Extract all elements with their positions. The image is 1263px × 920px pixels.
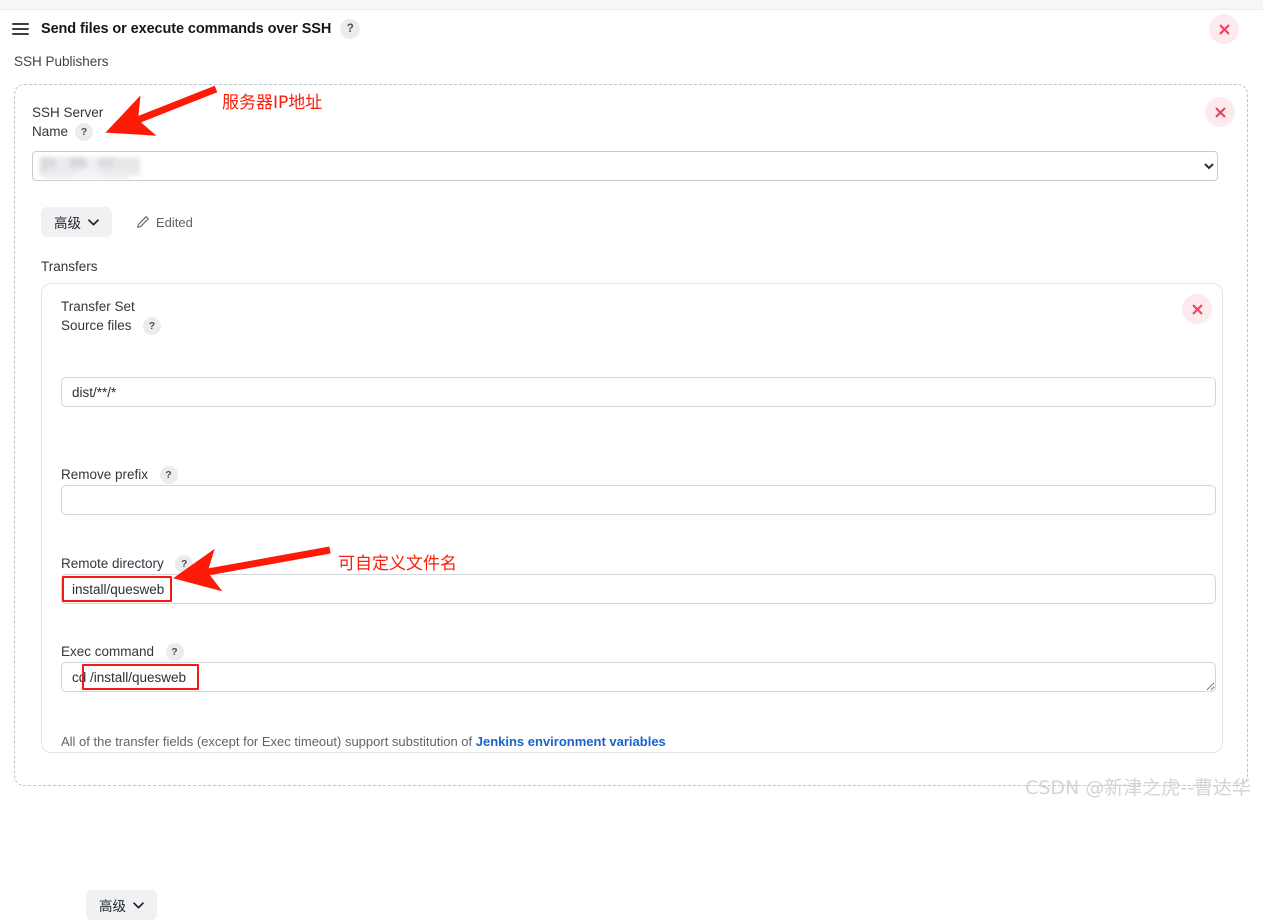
- jenkins-env-variables-link[interactable]: Jenkins environment variables: [476, 734, 666, 749]
- transfer-set-panel: Transfer Set Source files ? Remove prefi…: [41, 283, 1223, 920]
- edited-status: Edited: [136, 215, 193, 230]
- ssh-server-name-select[interactable]: [32, 151, 1218, 181]
- chevron-down-icon: [88, 218, 99, 225]
- remove-prefix-label-row: Remove prefix ?: [61, 465, 178, 484]
- ssh-publisher-panel: SSH Server Name? 高级 Edited Transfers Tra…: [14, 84, 1248, 920]
- remote-directory-label: Remote directory: [61, 556, 164, 571]
- help-icon-remove-prefix[interactable]: ?: [159, 465, 178, 484]
- close-icon: [1192, 304, 1202, 314]
- help-icon-title[interactable]: ?: [340, 19, 361, 39]
- ssh-server-name-label: SSH Server Name?: [32, 103, 152, 141]
- advanced-button-bottom[interactable]: 高级: [86, 890, 157, 920]
- transfer-fields-footnote: All of the transfer fields (except for E…: [61, 734, 666, 749]
- advanced-row-top: 高级 Edited: [41, 207, 193, 237]
- exec-command-textarea[interactable]: cd /install/quesweb: [61, 662, 1216, 692]
- window-top-strip: [0, 0, 1263, 10]
- help-icon-ssh-server-name[interactable]: ?: [75, 122, 94, 141]
- close-icon: [1219, 24, 1229, 34]
- close-button-transfer-set[interactable]: [1182, 294, 1212, 324]
- close-icon: [1215, 107, 1225, 117]
- close-button-window[interactable]: [1209, 14, 1239, 44]
- advanced-button-top[interactable]: 高级: [41, 207, 112, 237]
- remote-directory-field: [61, 574, 1216, 604]
- advanced-button-bottom-label: 高级: [99, 899, 126, 914]
- help-icon-exec-command[interactable]: ?: [165, 642, 184, 661]
- help-icon-remote-directory[interactable]: ?: [175, 554, 194, 573]
- remove-prefix-field: [61, 485, 1216, 515]
- source-files-label-row: Source files ?: [61, 316, 161, 335]
- source-files-label: Source files: [61, 318, 132, 333]
- remove-prefix-label: Remove prefix: [61, 467, 149, 482]
- transfers-label: Transfers: [41, 259, 98, 274]
- edited-status-label: Edited: [156, 214, 193, 230]
- help-icon-source-files[interactable]: ?: [143, 316, 161, 335]
- dialog-header: Send files or execute commands over SSH …: [0, 10, 1263, 48]
- page-title: Send files or execute commands over SSH: [41, 21, 332, 37]
- ssh-server-name-select-wrapper: [32, 151, 1218, 181]
- hamburger-drag-icon[interactable]: [12, 19, 32, 39]
- chevron-down-icon: [133, 901, 144, 908]
- section-label-ssh-publishers: SSH Publishers: [14, 54, 109, 69]
- ssh-server-name-label-line1: SSH Server: [32, 105, 104, 120]
- ssh-server-name-label-line2: Name: [32, 124, 69, 139]
- watermark: CSDN @新津之虎--曹达华: [1025, 777, 1251, 799]
- source-files-field: [61, 377, 1216, 407]
- footnote-text: All of the transfer fields (except for E…: [61, 734, 476, 749]
- source-files-input[interactable]: [61, 377, 1216, 407]
- remove-prefix-input[interactable]: [61, 485, 1216, 515]
- advanced-row-bottom: 高级: [86, 890, 157, 920]
- exec-command-label: Exec command: [61, 644, 155, 659]
- transfer-set-title: Transfer Set: [61, 299, 135, 314]
- close-button-ssh-publisher[interactable]: [1205, 97, 1235, 127]
- remote-directory-input[interactable]: [61, 574, 1216, 604]
- exec-command-field: cd /install/quesweb: [61, 662, 1216, 697]
- pencil-icon: [137, 216, 149, 228]
- remote-directory-label-row: Remote directory ?: [61, 554, 194, 573]
- advanced-button-top-label: 高级: [54, 216, 81, 231]
- exec-command-label-row: Exec command ?: [61, 642, 184, 661]
